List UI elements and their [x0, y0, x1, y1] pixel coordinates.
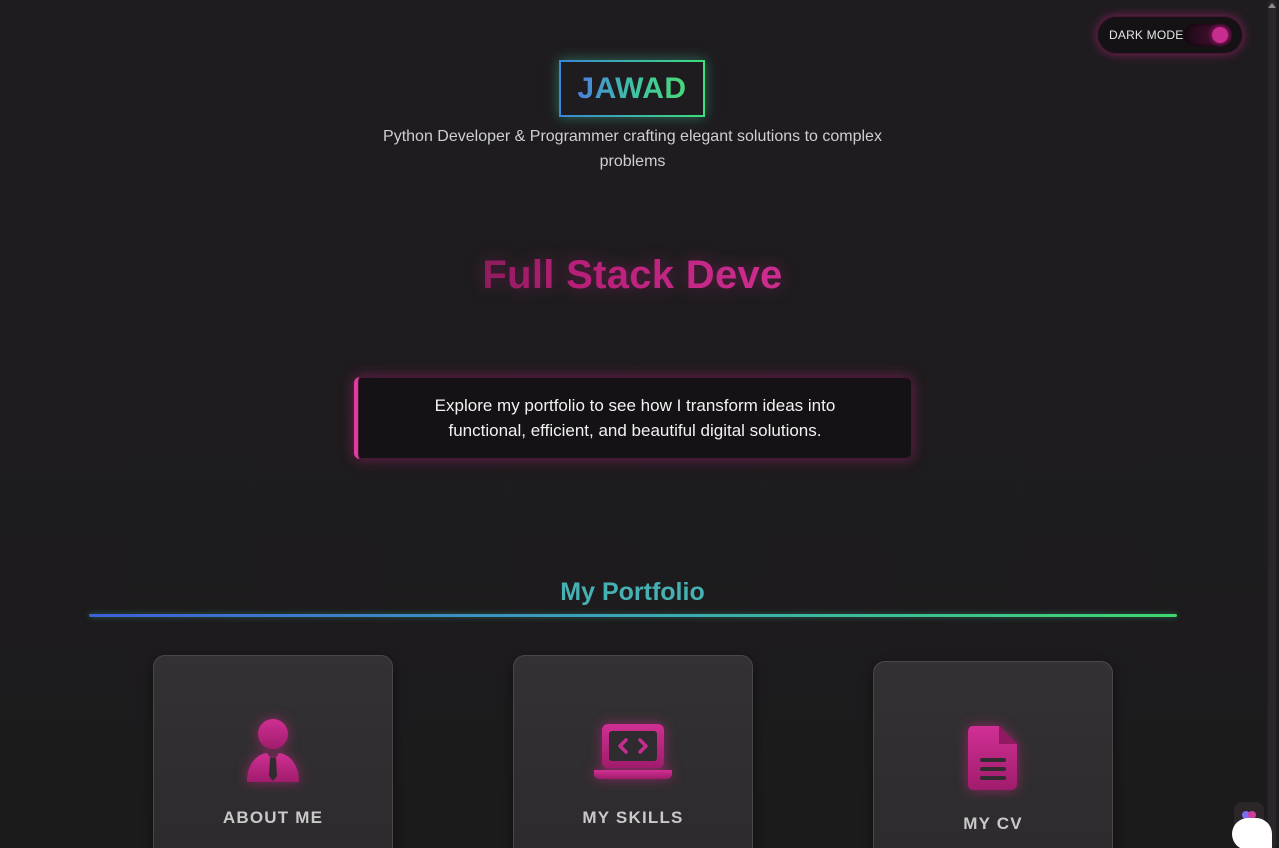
about-me-label: ABOUT ME [222, 808, 324, 827]
scroll-up-arrow-icon[interactable] [1268, 3, 1276, 8]
laptop-code-icon [514, 722, 752, 782]
document-icon [874, 724, 1112, 792]
switch-knob[interactable] [1212, 27, 1228, 43]
my-cv-card[interactable]: MY CV [873, 661, 1113, 848]
user-tie-icon [154, 718, 392, 784]
brand-title: JAWAD [577, 71, 687, 105]
about-me-card[interactable]: ABOUT ME [153, 655, 393, 848]
portfolio-page: DARK MODE JAWAD Python Developer & Progr… [0, 0, 1279, 848]
typing-role-text: Full Stack Deve [340, 253, 925, 298]
brand-logo[interactable]: JAWAD [559, 60, 705, 117]
intro-card: Explore my portfolio to see how I transf… [354, 377, 912, 459]
dark-mode-switch[interactable] [1184, 24, 1232, 46]
dark-mode-toggle[interactable]: DARK MODE [1097, 16, 1243, 54]
intro-text: Explore my portfolio to see how I transf… [434, 396, 836, 440]
my-skills-card[interactable]: MY SKILLS [513, 655, 753, 848]
tagline: Python Developer & Programmer crafting e… [383, 128, 882, 170]
portfolio-section-title: My Portfolio [560, 578, 705, 606]
scrollbar[interactable] [1265, 0, 1279, 848]
my-skills-label: MY SKILLS [582, 808, 684, 827]
dark-mode-label: DARK MODE [1109, 28, 1184, 42]
section-divider [89, 614, 1177, 617]
my-cv-label: MY CV [963, 814, 1023, 833]
chat-bubble-icon[interactable] [1232, 818, 1272, 848]
scrollbar-thumb[interactable] [1268, 0, 1276, 848]
